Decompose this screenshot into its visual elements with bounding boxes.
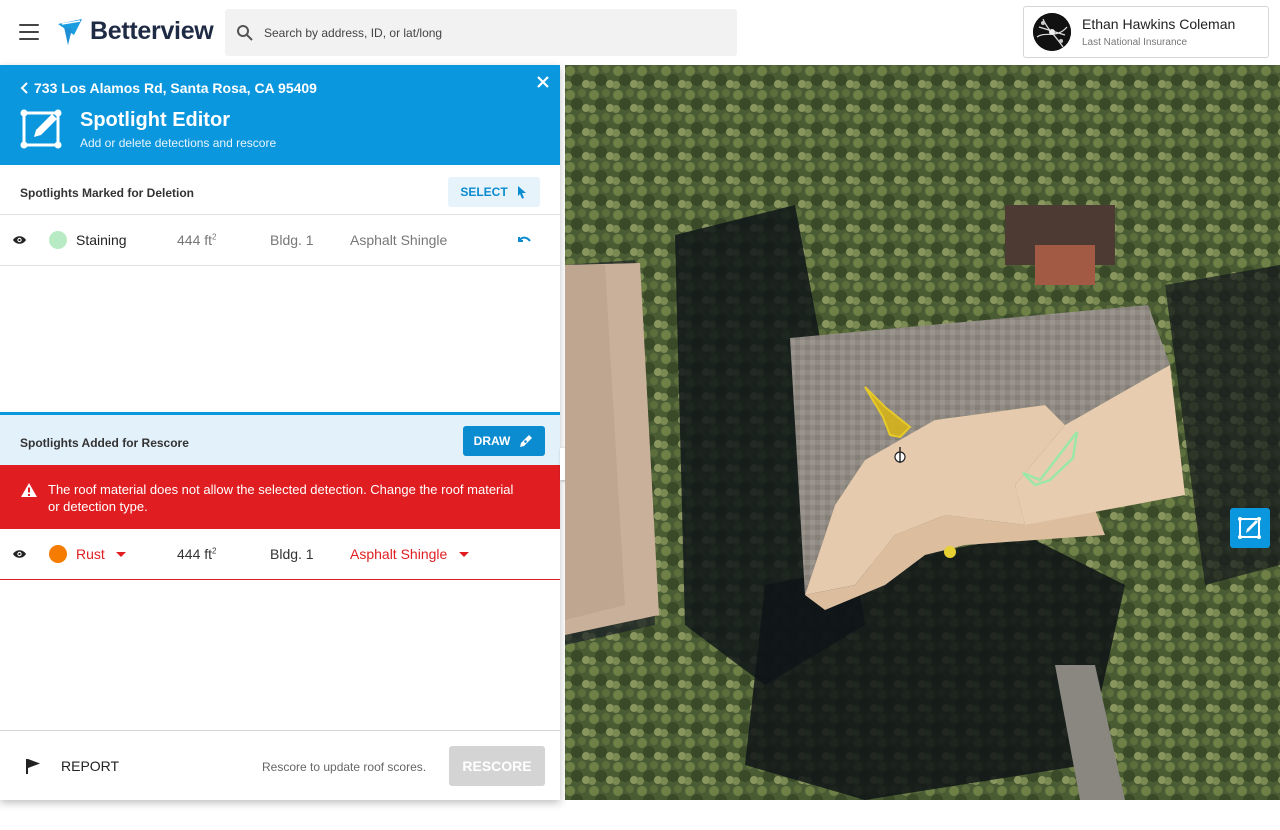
back-link[interactable]: 733 Los Alamos Rd, Santa Rosa, CA 95409 (20, 80, 317, 96)
detection-color-dot (49, 545, 67, 563)
detection-color-dot (49, 231, 67, 249)
eye-icon[interactable] (12, 235, 27, 245)
detection-building: Bldg. 1 (270, 232, 314, 248)
page-title: Spotlight Editor (80, 109, 230, 131)
spotlight-editor-icon (1238, 517, 1261, 539)
close-icon[interactable] (536, 75, 550, 89)
cursor-arrow-icon (517, 186, 526, 199)
panel-header: 733 Los Alamos Rd, Santa Rosa, CA 95409 … (0, 65, 560, 165)
detection-area: 444 ft2 (177, 546, 217, 562)
user-menu[interactable]: Ethan Hawkins Coleman Last National Insu… (1023, 6, 1269, 58)
select-button-label: SELECT (460, 185, 508, 199)
rescore-section-header: Spotlights Added for Rescore DRAW (0, 415, 560, 465)
select-button[interactable]: SELECT (448, 177, 540, 207)
roof-material-select[interactable]: Asphalt Shingle (350, 546, 447, 562)
report-button[interactable]: REPORT (61, 758, 119, 774)
aerial-image (565, 65, 1280, 800)
property-address: 733 Los Alamos Rd, Santa Rosa, CA 95409 (34, 80, 317, 96)
chevron-down-icon[interactable] (459, 551, 469, 557)
avatar (1033, 13, 1071, 51)
flag-icon[interactable] (25, 758, 41, 774)
detection-material: Asphalt Shingle (350, 232, 448, 248)
search-icon (237, 24, 253, 41)
pen-icon (520, 435, 533, 447)
draw-button[interactable]: DRAW (463, 426, 545, 456)
chevron-left-icon (20, 82, 28, 94)
panel-footer: REPORT Rescore to update roof scores. RE… (0, 730, 560, 800)
rescore-row[interactable]: Rust 444 ft2 Bldg. 1 Asphalt Shingle (0, 529, 560, 580)
error-message: The roof material does not allow the sel… (48, 482, 514, 514)
undo-icon[interactable] (516, 234, 532, 246)
map-spotlight-editor-button[interactable] (1230, 508, 1270, 548)
rescore-button[interactable]: RESCORE (449, 746, 545, 786)
detection-type-select[interactable]: Rust (76, 546, 105, 562)
page-subtitle: Add or delete detections and rescore (80, 136, 277, 150)
detection-building: Bldg. 1 (270, 546, 314, 562)
user-name: Ethan Hawkins Coleman (1082, 16, 1236, 32)
rescore-section-title: Spotlights Added for Rescore (20, 436, 189, 450)
deletion-section-header: Spotlights Marked for Deletion SELECT (0, 165, 560, 215)
chevron-down-icon[interactable] (116, 551, 126, 557)
eye-icon[interactable] (12, 549, 27, 559)
detection-name: Staining (76, 232, 127, 248)
warning-icon (21, 483, 37, 497)
search-input[interactable] (264, 25, 704, 40)
deletion-row[interactable]: Staining 444 ft2 Bldg. 1 Asphalt Shingle (0, 215, 560, 266)
aerial-map[interactable] (565, 65, 1280, 800)
search-bar[interactable] (225, 9, 737, 56)
spotlight-editor-panel: 733 Los Alamos Rd, Santa Rosa, CA 95409 … (0, 65, 560, 800)
menu-icon[interactable] (19, 24, 39, 40)
deletion-section-title: Spotlights Marked for Deletion (20, 186, 195, 200)
betterview-logo-icon (58, 19, 82, 45)
logo[interactable]: Betterview (54, 14, 214, 48)
brand-name: Betterview (90, 16, 214, 45)
draw-button-label: DRAW (473, 434, 511, 448)
avatar-graphic-icon (1033, 13, 1071, 51)
spotlight-editor-icon (20, 109, 62, 149)
user-organization: Last National Insurance (1082, 37, 1188, 48)
rescore-hint: Rescore to update roof scores. (262, 760, 427, 774)
detection-area: 444 ft2 (177, 232, 217, 248)
error-banner: The roof material does not allow the sel… (0, 465, 560, 529)
top-bar: Betterview Ethan Hawkins Coleman Last Na… (0, 0, 1280, 65)
